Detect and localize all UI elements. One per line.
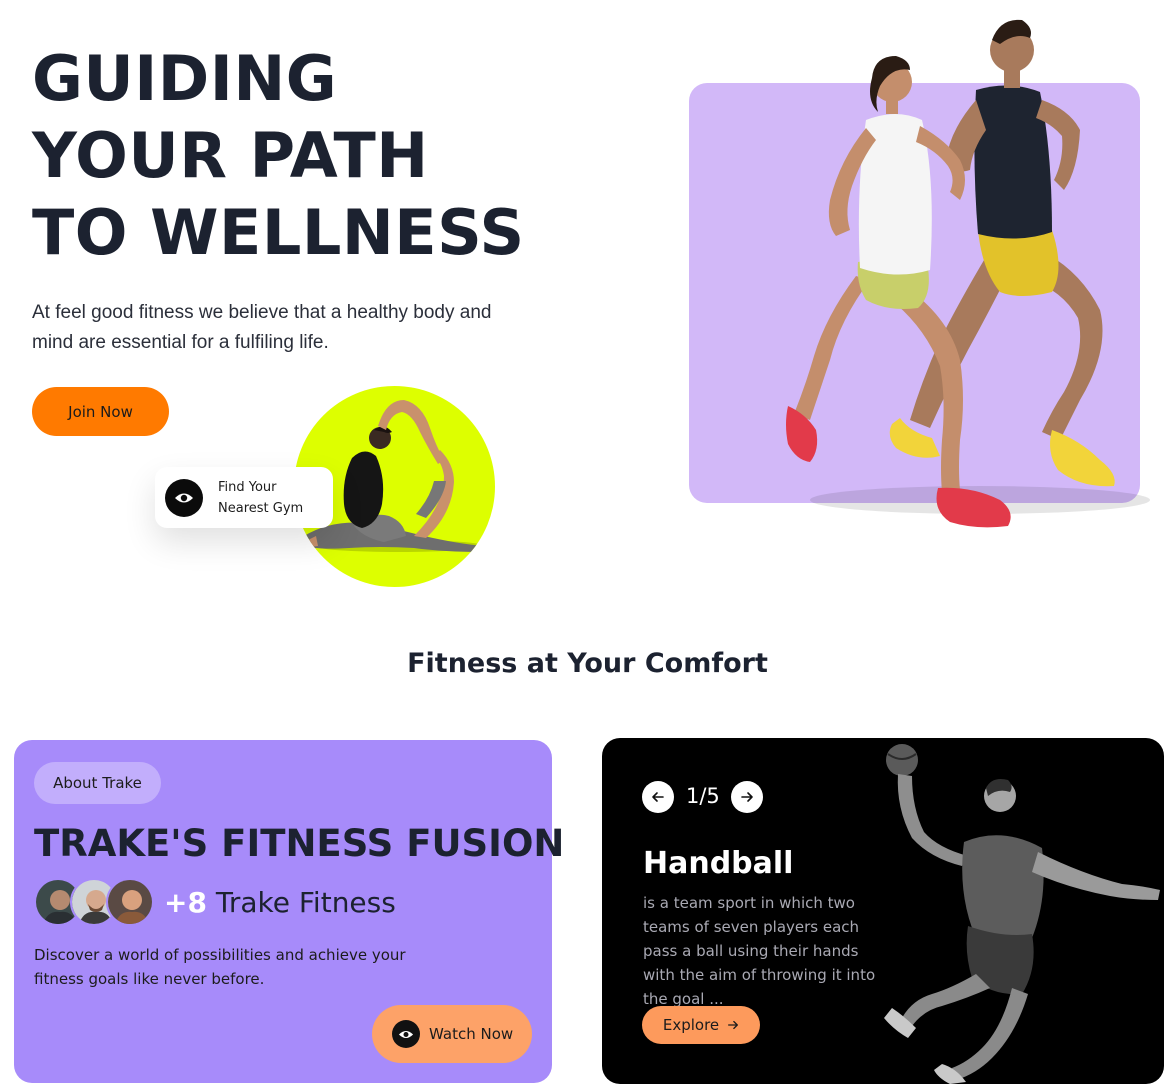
previous-slide-button[interactable] xyxy=(642,781,674,813)
join-now-button[interactable]: Join Now xyxy=(32,387,169,436)
slide-counter: 1/5 xyxy=(686,784,720,808)
arrow-left-icon xyxy=(652,792,664,802)
about-pill: About Trake xyxy=(34,762,161,804)
sport-card: 1/5 Handball is a team sport in which tw… xyxy=(602,738,1164,1084)
about-title: TRAKE'S FITNESS FUSION xyxy=(34,822,565,865)
eye-icon xyxy=(165,478,203,517)
find-gym-text: Find Your Nearest Gym xyxy=(218,477,303,519)
hero-description: At feel good fitness we believe that a h… xyxy=(32,302,492,353)
section-title: Fitness at Your Comfort xyxy=(407,648,768,679)
arrow-right-icon xyxy=(741,792,753,802)
arrow-right-icon xyxy=(728,1020,739,1030)
find-gym-card[interactable]: Find Your Nearest Gym xyxy=(155,467,333,528)
explore-label: Explore xyxy=(662,1016,720,1034)
community-stat: +8 Trake Fitness xyxy=(164,886,396,919)
find-gym-line-1: Find Your xyxy=(218,479,277,495)
hero-title-line-2: YOUR PATH xyxy=(32,119,429,192)
community-count: +8 xyxy=(164,886,207,919)
find-gym-line-2: Nearest Gym xyxy=(218,500,304,516)
hero-title: GUIDING YOUR PATH TO WELLNESS xyxy=(32,40,592,271)
watch-now-label: Watch Now xyxy=(429,1025,514,1043)
watch-now-button[interactable]: Watch Now xyxy=(372,1005,532,1063)
sport-description: is a team sport in which two teams of se… xyxy=(643,894,876,1008)
explore-button[interactable]: Explore xyxy=(642,1006,760,1044)
about-card: About Trake TRAKE'S FITNESS FUSION +8 Tr… xyxy=(14,740,564,1083)
eye-icon xyxy=(392,1020,420,1048)
about-description: Discover a world of possibilities and ac… xyxy=(34,946,406,988)
handball-player-image xyxy=(884,744,1160,1084)
runners-image xyxy=(786,19,1150,528)
hero-title-line-3: TO WELLNESS xyxy=(32,196,525,269)
hero-title-line-1: GUIDING xyxy=(32,42,338,115)
next-slide-button[interactable] xyxy=(731,781,763,813)
sport-name: Handball xyxy=(643,846,794,881)
avatar-group xyxy=(34,878,154,928)
avatar xyxy=(106,878,154,926)
eye-icon-glyph xyxy=(175,493,193,502)
community-label: Trake Fitness xyxy=(215,886,396,919)
